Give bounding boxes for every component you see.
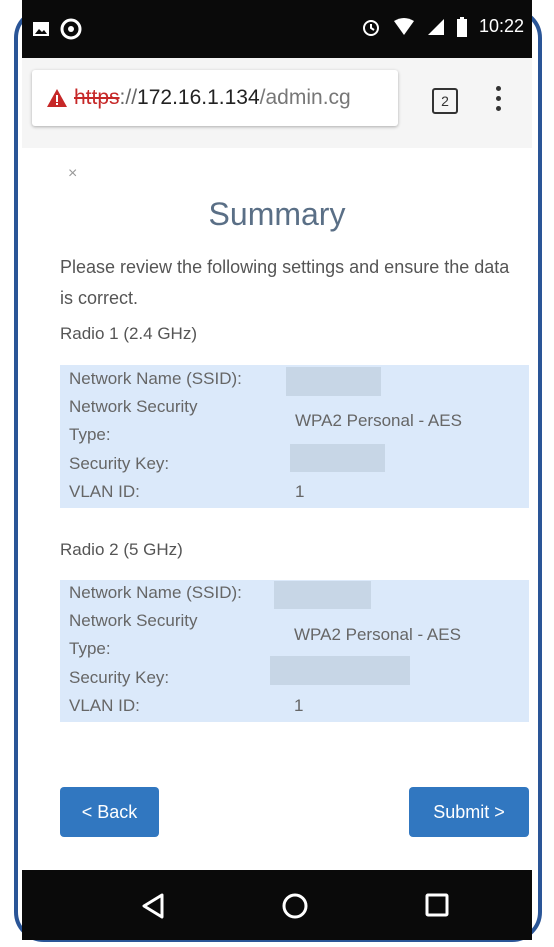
url-host: 172.16.1.134 [137, 86, 260, 109]
url-scheme: https [74, 86, 120, 109]
status-bar: 10:22 [22, 0, 532, 58]
security-type-label-line2: Type: [69, 639, 111, 658]
security-key-label: Security Key: [69, 454, 170, 473]
back-button[interactable]: < Back [60, 787, 159, 837]
ssid-label: Network Name (SSID): [69, 369, 242, 388]
ssid-redacted-value [274, 581, 371, 609]
close-icon[interactable]: × [68, 165, 77, 183]
browser-toolbar: https://172.16.1.134/admin.cg 2 [22, 58, 532, 148]
page-title: Summary [208, 196, 346, 232]
vlan-id-value: 1 [294, 696, 304, 715]
security-type-value: WPA2 Personal - AES [295, 411, 462, 430]
ssid-redacted-value [286, 367, 381, 396]
url-separator: :// [119, 86, 138, 109]
url-path: /admin.cg [259, 86, 351, 109]
warning-icon [47, 89, 67, 107]
radio-2-heading: Radio 2 (5 GHz) [60, 540, 183, 559]
radio-1-heading: Radio 1 (2.4 GHz) [60, 324, 197, 343]
security-key-redacted-value [270, 656, 410, 685]
url-bar[interactable]: https://172.16.1.134/admin.cg [32, 70, 398, 126]
wifi-icon [393, 17, 414, 35]
security-type-label-line2: Type: [69, 425, 111, 444]
security-key-label: Security Key: [69, 668, 170, 687]
vlan-id-value: 1 [295, 482, 305, 501]
battery-icon [456, 16, 467, 37]
vlan-id-label: VLAN ID: [69, 696, 140, 715]
security-type-label-line1: Network Security [69, 397, 198, 416]
android-nav-bar [22, 870, 532, 940]
image-icon [33, 22, 49, 36]
back-nav-icon[interactable] [140, 892, 166, 920]
intro-text: Please review the following settings and… [60, 257, 510, 308]
ssid-label: Network Name (SSID): [69, 583, 242, 602]
notification-icon [60, 18, 82, 40]
recents-nav-icon[interactable] [425, 893, 449, 917]
signal-icon [427, 18, 444, 35]
vlan-id-label: VLAN ID: [69, 482, 140, 501]
security-type-value: WPA2 Personal - AES [294, 625, 461, 644]
security-type-label-line1: Network Security [69, 611, 198, 630]
tab-switcher-button[interactable]: 2 [432, 88, 458, 114]
status-time: 10:22 [478, 16, 524, 36]
submit-button[interactable]: Submit > [409, 787, 529, 837]
home-nav-icon[interactable] [281, 892, 309, 920]
radio-2-settings-panel: Network Name (SSID): Network Security Ty… [60, 580, 529, 722]
radio-1-settings-panel: Network Name (SSID): Network Security Ty… [60, 365, 529, 508]
alarm-icon [362, 19, 379, 36]
security-key-redacted-value [290, 444, 385, 472]
overflow-menu-icon[interactable] [492, 86, 504, 116]
